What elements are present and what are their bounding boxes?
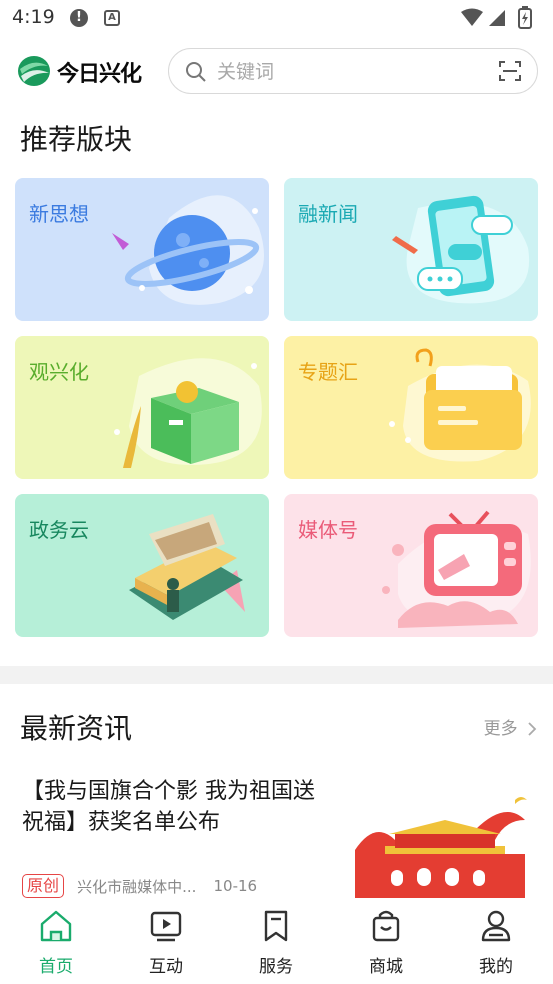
gift-box-illustration — [114, 358, 262, 468]
status-indicators — [459, 6, 541, 34]
scan-icon[interactable] — [499, 60, 521, 86]
tile-xin-sixiang[interactable]: 新思想 — [15, 178, 269, 321]
nav-mall[interactable]: 商城 — [346, 908, 426, 978]
news-section-title: 最新资讯 — [20, 712, 133, 745]
nav-mine[interactable]: 我的 — [456, 908, 536, 978]
more-label: 更多 — [483, 719, 518, 739]
tile-zhengwu-yun[interactable]: 政务云 — [15, 494, 269, 637]
bottom-nav: 首页 互动 服务 商城 我的 — [0, 898, 553, 984]
nav-label: 首页 — [39, 957, 73, 977]
planet-illustration — [112, 195, 264, 305]
news-item[interactable]: 【我与国旗合个影 我为祖国送祝福】获奖名单公布 原创 兴化市融媒体中... 10… — [0, 770, 553, 900]
video-icon — [150, 911, 182, 942]
nav-home[interactable]: 首页 — [16, 908, 96, 978]
chevron-right-icon — [528, 722, 537, 736]
search-bar[interactable] — [168, 48, 538, 94]
bookmark-icon — [264, 910, 288, 942]
status-time: 4:19 — [12, 6, 55, 28]
news-meta: 原创 兴化市融媒体中... 10-16 — [22, 874, 257, 900]
user-icon — [481, 910, 511, 942]
section-divider — [0, 666, 553, 684]
tile-label: 媒体号 — [298, 518, 358, 542]
tile-label: 新思想 — [29, 202, 89, 226]
tile-label: 融新闻 — [298, 202, 358, 226]
news-thumbnail[interactable] — [355, 790, 531, 900]
signal-wifi-battery-icon — [461, 6, 532, 29]
tile-guan-xinghua[interactable]: 观兴化 — [15, 336, 269, 479]
recommend-section-title: 推荐版块 — [20, 123, 133, 156]
tv-illustration — [382, 510, 531, 628]
books-illustration — [129, 514, 245, 620]
more-link[interactable]: 更多 — [484, 714, 537, 739]
search-icon — [185, 61, 207, 87]
nav-service[interactable]: 服务 — [236, 908, 316, 978]
shopping-bag-icon — [372, 910, 400, 942]
tile-label: 观兴化 — [29, 360, 89, 384]
tile-zhuanti-hui[interactable]: 专题汇 — [284, 336, 538, 479]
tile-label: 政务云 — [29, 518, 89, 542]
nav-label: 互动 — [149, 957, 183, 977]
home-icon — [40, 910, 72, 942]
tile-meiti-hao[interactable]: 媒体号 — [284, 494, 538, 637]
app-logo-text: 今日兴化 — [57, 62, 142, 87]
tile-label: 专题汇 — [298, 360, 358, 384]
header: 今日兴化 — [0, 46, 553, 98]
original-badge: 原创 — [22, 874, 65, 898]
folder-illustration — [389, 348, 531, 462]
alert-icon: ! — [70, 9, 88, 27]
news-headline[interactable]: 【我与国旗合个影 我为祖国送祝福】获奖名单公布 — [22, 776, 332, 838]
nav-interact[interactable]: 互动 — [126, 908, 206, 978]
news-source: 兴化市融媒体中... — [77, 877, 197, 896]
tiananmen-image — [355, 790, 531, 900]
nav-label: 商城 — [369, 957, 403, 977]
phone-chat-illustration — [392, 195, 530, 304]
tile-rong-xinwen[interactable]: 融新闻 — [284, 178, 538, 321]
logo-icon — [16, 54, 52, 92]
notification-icon: A — [104, 10, 120, 26]
nav-label: 服务 — [259, 957, 293, 977]
status-bar: 4:19 ! A — [0, 0, 553, 36]
nav-label: 我的 — [479, 957, 513, 977]
news-date: 10-16 — [213, 877, 258, 895]
search-input[interactable] — [217, 59, 467, 85]
